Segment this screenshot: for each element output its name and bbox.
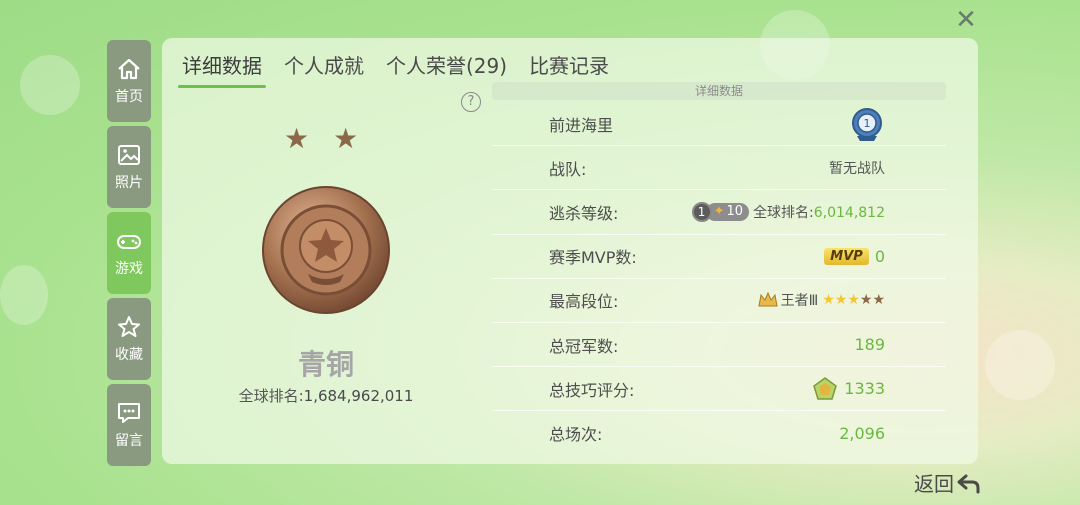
- back-button[interactable]: 返回: [914, 468, 982, 497]
- row-label: 总场次:: [549, 425, 603, 445]
- sidebar-item-games[interactable]: 游戏: [107, 212, 151, 294]
- team-value: 暂无战队: [829, 160, 885, 177]
- tab-bar: 详细数据 个人成就 个人荣誉(29) 比赛记录: [178, 48, 631, 88]
- rank-global: 全球排名:1,684,962,011: [162, 385, 490, 406]
- row-label: 最高段位:: [549, 292, 619, 312]
- detail-row: 总冠军数: 189: [492, 323, 946, 368]
- rank-stars: ★ ★: [284, 122, 382, 155]
- background-bubble: [20, 55, 80, 115]
- tab-detail-data[interactable]: 详细数据: [178, 48, 266, 88]
- sidebar: 首页 照片 游戏 收藏 留言: [107, 40, 151, 470]
- row-value: 1: [849, 106, 885, 142]
- row-value: 1333: [812, 376, 885, 402]
- sidebar-item-messages[interactable]: 留言: [107, 384, 151, 466]
- trophy-icon: ✦: [713, 204, 725, 220]
- detail-row: 总技巧评分: 1333: [492, 367, 946, 412]
- star-icon: ★: [333, 122, 359, 155]
- svg-text:1: 1: [864, 117, 871, 130]
- row-label: 总冠军数:: [549, 336, 619, 356]
- sidebar-item-label: 首页: [115, 89, 143, 105]
- total-matches: 2,096: [839, 423, 885, 443]
- tier-stars: ★★★★★: [822, 292, 885, 309]
- level-badge: 1: [691, 201, 712, 222]
- highest-tier: 王者Ⅲ: [780, 293, 819, 310]
- row-value: 1 ✦ 10 全球排名:6,014,812: [691, 201, 885, 222]
- row-label: 战队:: [549, 159, 587, 179]
- detail-header: 详细数据: [492, 82, 946, 100]
- tab-achievements[interactable]: 个人成就: [284, 48, 364, 82]
- back-arrow-icon: [957, 474, 980, 493]
- sidebar-item-home[interactable]: 首页: [107, 40, 151, 122]
- sidebar-item-label: 收藏: [115, 347, 143, 363]
- star-box-icon: [118, 316, 140, 337]
- detail-row: 赛季MVP数: MVP 0: [492, 235, 946, 279]
- tab-match-history[interactable]: 比赛记录: [529, 48, 609, 82]
- row-label: 前进海里: [549, 115, 614, 135]
- help-icon[interactable]: ?: [461, 92, 481, 112]
- row-value: MVP 0: [824, 247, 885, 266]
- detail-row: 总场次: 2,096: [492, 411, 946, 455]
- rank-seal-icon: 1: [852, 107, 882, 141]
- level-pill: ✦ 10: [705, 202, 750, 221]
- message-icon: [118, 403, 140, 423]
- global-rank-label: 全球排名:: [238, 387, 304, 405]
- row-label: 赛季MVP数:: [549, 248, 637, 268]
- skill-score: 1333: [844, 379, 885, 399]
- row-label: 逃杀等级:: [549, 203, 619, 223]
- championships-value: 189: [854, 335, 885, 355]
- global-rank-value: 1,684,962,011: [303, 387, 414, 405]
- bronze-medal-icon: [262, 186, 390, 314]
- profile-panel: 详细数据 个人成就 个人荣誉(29) 比赛记录 ? ★ ★ 青铜 全球排名:1,…: [162, 38, 978, 464]
- mvp-count: 0: [874, 246, 885, 266]
- background-bubble: [0, 265, 48, 325]
- background-bubble: [985, 330, 1055, 400]
- global-rank: 全球排名:6,014,812: [753, 202, 885, 222]
- photo-icon: [118, 145, 140, 165]
- global-rank-label: 全球排名:: [753, 204, 814, 221]
- crown-icon: [757, 292, 778, 307]
- detail-row: 前进海里 1: [492, 102, 946, 147]
- close-button[interactable]: ✕: [952, 6, 980, 34]
- sidebar-item-label: 照片: [115, 175, 143, 191]
- global-rank-value: 6,014,812: [813, 204, 885, 221]
- row-value: 王者Ⅲ ★★★★★: [757, 290, 885, 310]
- detail-row: 逃杀等级: 1 ✦ 10 全球排名:6,014,812: [492, 190, 946, 235]
- sidebar-item-label: 游戏: [115, 261, 143, 277]
- rank-name: 青铜: [297, 348, 354, 381]
- detail-row: 战队: 暂无战队: [492, 146, 946, 191]
- mvp-badge: MVP: [824, 247, 869, 265]
- pentagon-gem-icon: [813, 376, 838, 400]
- sidebar-item-favorites[interactable]: 收藏: [107, 298, 151, 380]
- star-icon: ★: [284, 122, 310, 155]
- gamepad-icon: [117, 235, 141, 249]
- level-value: 10: [726, 204, 744, 220]
- detail-list: 前进海里 1 战队: 暂无战队 逃杀等级: 1 ✦ 10 全球排名:6,014,…: [492, 102, 946, 456]
- back-label: 返回: [914, 472, 954, 496]
- home-icon: [118, 58, 140, 80]
- row-label: 总技巧评分:: [549, 380, 635, 400]
- sidebar-item-photos[interactable]: 照片: [107, 126, 151, 208]
- tab-honors[interactable]: 个人荣誉(29): [386, 48, 507, 82]
- detail-row: 最高段位: 王者Ⅲ ★★★★★: [492, 279, 946, 323]
- sidebar-item-label: 留言: [115, 433, 143, 449]
